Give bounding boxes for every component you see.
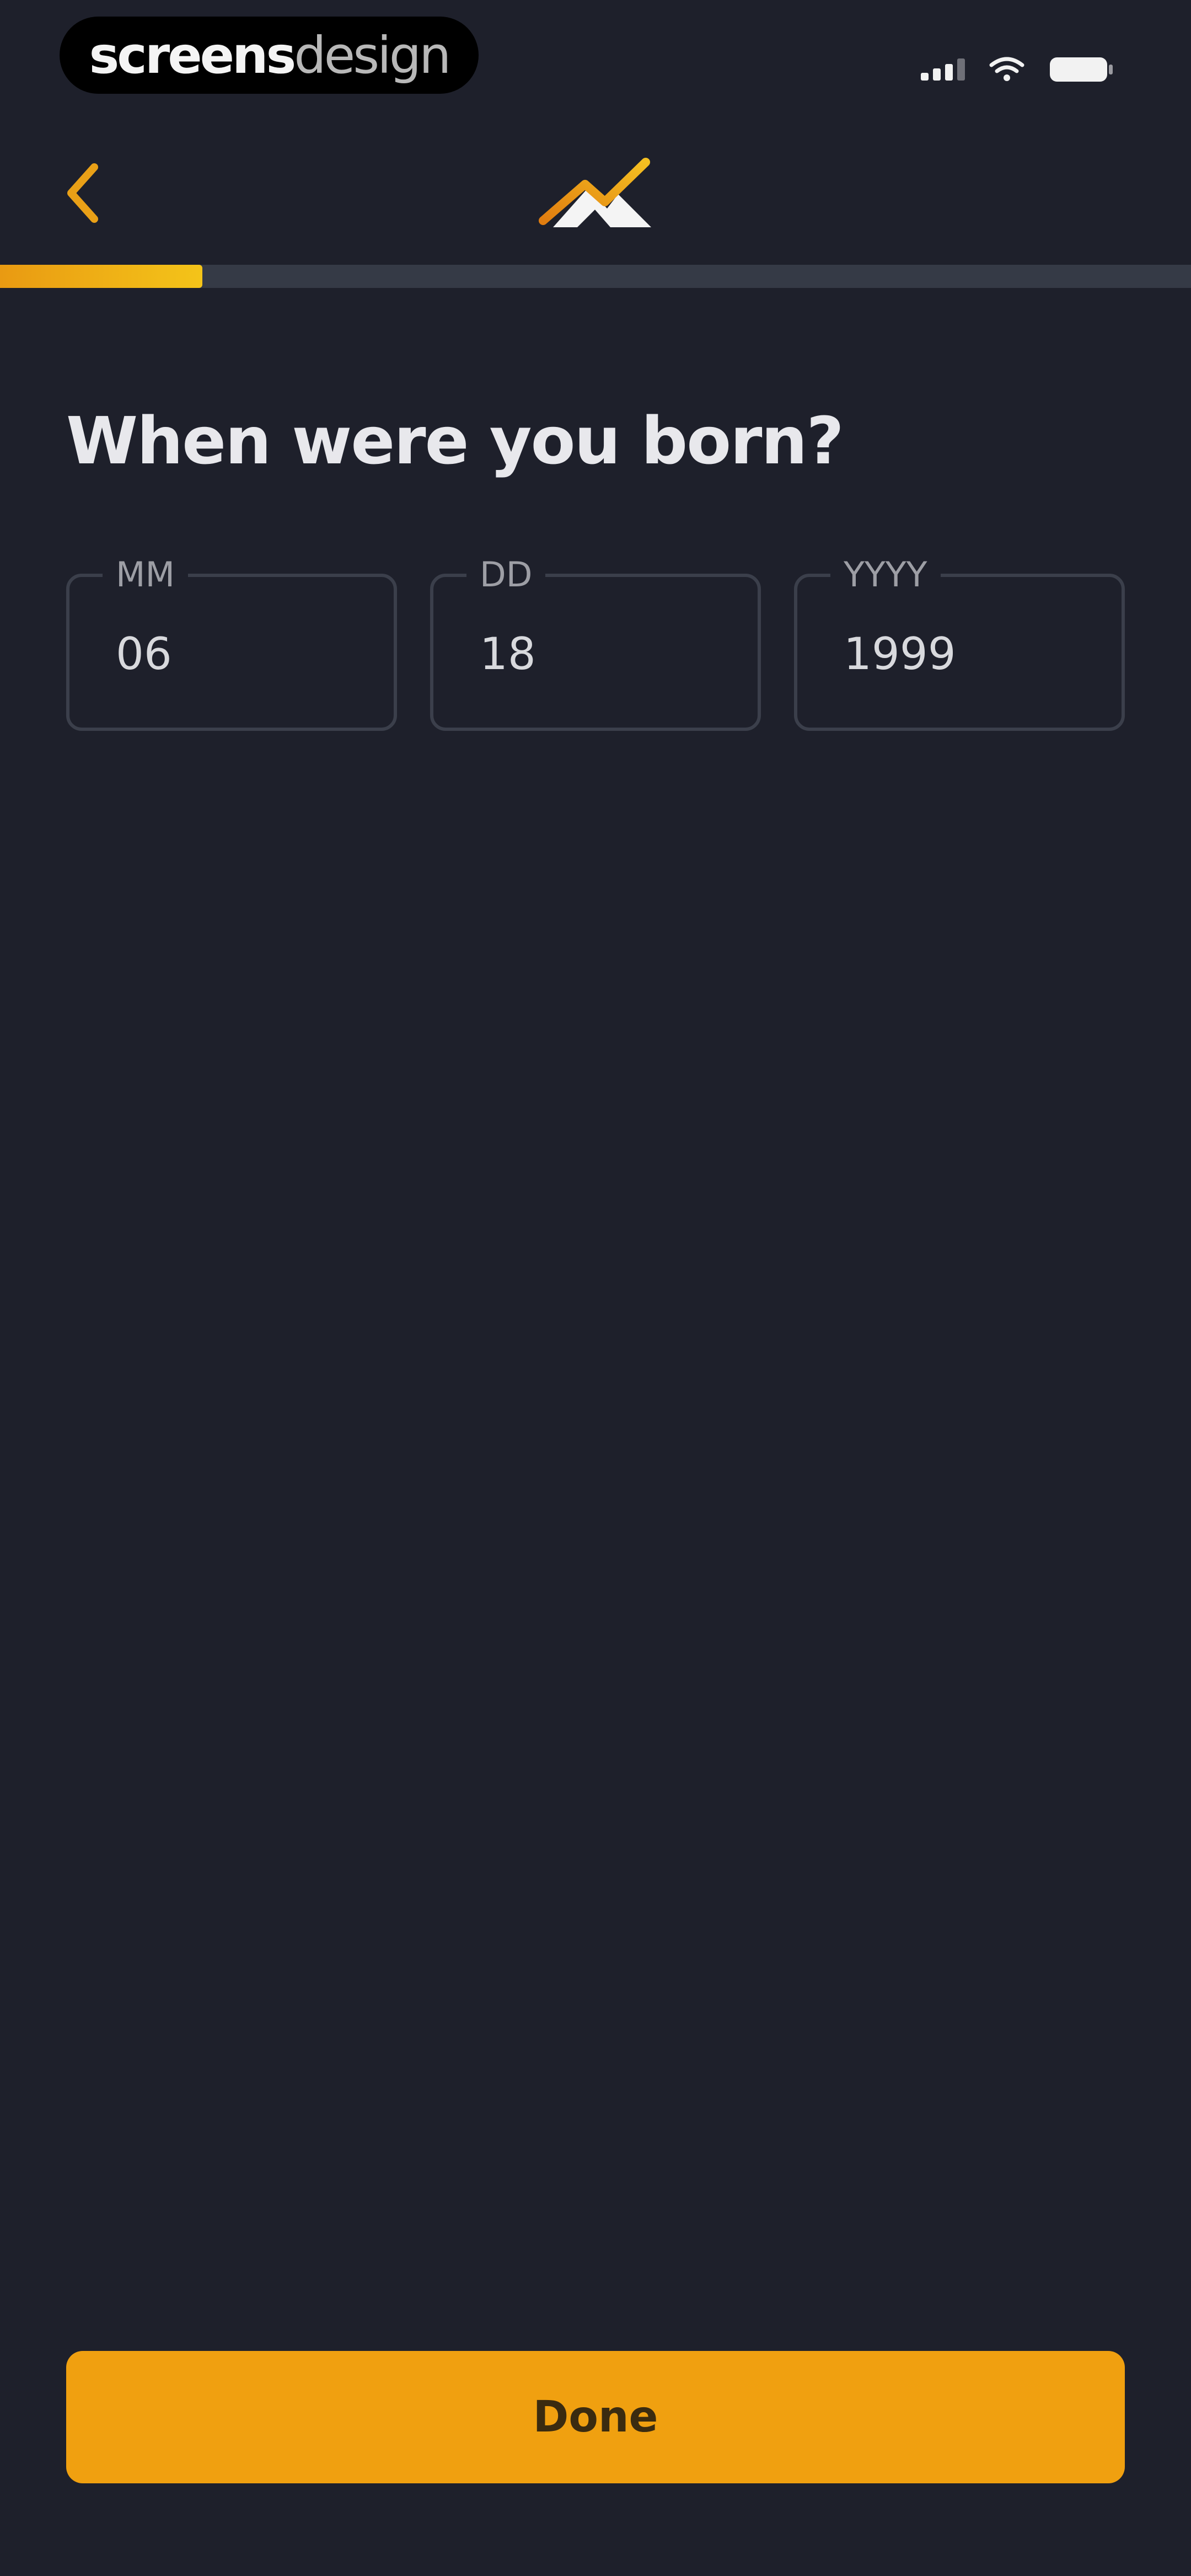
year-field[interactable]: YYYY 1999	[794, 553, 1125, 731]
page-title: When were you born?	[66, 403, 844, 479]
year-field-label: YYYY	[830, 553, 941, 597]
back-button[interactable]	[50, 149, 116, 237]
progress-bar	[0, 265, 1191, 288]
screensdesign-watermark: screens design	[60, 17, 479, 94]
month-field[interactable]: MM 06	[66, 553, 397, 731]
status-bar: screens design	[0, 0, 1191, 110]
status-icons	[921, 50, 1114, 89]
progress-fill	[0, 265, 203, 288]
battery-icon	[1050, 57, 1113, 82]
wifi-icon	[989, 57, 1024, 81]
month-field-value: 06	[116, 628, 172, 680]
day-field-value: 18	[480, 628, 536, 680]
year-field-value: 1999	[844, 628, 956, 680]
done-button[interactable]: Done	[66, 2351, 1125, 2483]
day-field[interactable]: DD 18	[430, 553, 761, 731]
brand-bold-text: screens	[89, 25, 297, 85]
signal-icon	[921, 58, 965, 81]
mountain-logo-icon	[539, 158, 651, 227]
month-field-label: MM	[103, 553, 188, 597]
chevron-left-icon	[67, 163, 98, 223]
brand-light-text: design	[294, 25, 451, 85]
day-field-label: DD	[466, 553, 546, 597]
birth-date-fields: MM 06 DD 18 YYYY 1999	[66, 553, 1127, 731]
